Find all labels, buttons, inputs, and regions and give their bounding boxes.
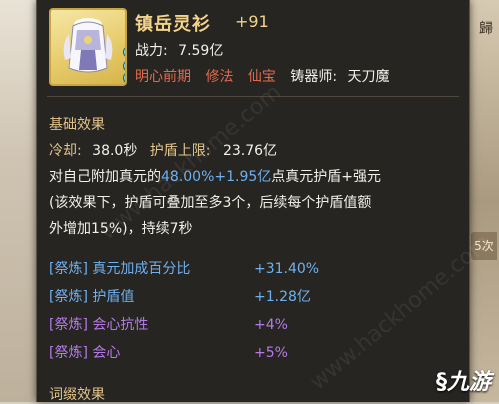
refine-stat-row: [祭炼] 会心抗性 +4% [49,314,288,334]
shield-cap-value: 23.76亿 [222,143,278,159]
effect-desc-line-2: (该效果下，护盾可叠加至多3个，后续每个护盾值额 [49,195,372,211]
refine-stat-value: +1.28亿 [254,289,311,305]
refine-tag: [祭炼] [49,345,88,361]
divider [47,96,459,97]
effect-desc-text: 对自己附加真元的 [49,169,161,185]
item-power: 战力: 7.59亿 [135,40,223,60]
side-glyph: 歸 [479,21,493,37]
refine-stat-value: +31.40% [254,261,320,277]
background-right: 歸 5次 [469,0,499,402]
refine-stat-row: [祭炼] 真元加成百分比 +31.40% [49,258,319,278]
refine-stat-row: [祭炼] 护盾值 +1.28亿 [49,286,311,306]
affix-effect-title: 词缀效果 [49,387,105,403]
refine-stat-name: 护盾值 [92,289,135,305]
smith-label: 铸器师: [290,69,338,85]
side-count-chip[interactable]: 5次 [471,232,497,260]
logo-icon: § [435,370,447,395]
jiuyou-logo: §九游 [436,364,491,396]
refine-stat-name: 会心 [92,345,121,361]
refine-stat-value: +4% [254,317,288,333]
tag-type: 修法 [205,69,234,85]
refine-stat-row: [祭炼] 会心 +5% [49,342,288,362]
refine-stat-name: 会心抗性 [92,317,149,333]
refine-tag: [祭炼] [49,289,88,305]
effect-desc-line-1: 对自己附加真元的48.00%+1.95亿点真元护盾+强元 [49,166,381,186]
refine-tag: [祭炼] [49,317,88,333]
power-value: 7.59亿 [178,43,224,59]
cooldown-label: 冷却: [49,143,82,159]
item-enhance-level: +91 [235,12,269,31]
background-left [0,0,40,402]
refine-stat-value: +5% [254,345,288,361]
item-tooltip-panel: 镇岳灵衫 +91 战力: 7.59亿 明心前期 修法 仙宝 铸器师: 天刀魔 基… [36,0,496,403]
cooldown-value: 38.0秒 [92,143,138,159]
item-icon [49,8,127,86]
item-name: 镇岳灵衫 [135,14,211,35]
basic-effect-title: 基础效果 [49,117,105,133]
cooldown-line: 冷却: 38.0秒 护盾上限: 23.76亿 [49,140,277,160]
tag-category: 仙宝 [247,69,276,85]
refine-tag: [祭炼] [49,261,88,277]
shield-cap-label: 护盾上限: [149,143,211,159]
item-tags: 明心前期 修法 仙宝 铸器师: 天刀魔 [135,66,390,86]
refine-stat-name: 真元加成百分比 [92,261,191,277]
tag-realm: 明心前期 [135,69,191,85]
logo-text: 九游 [446,370,491,395]
robe-icon [63,18,113,73]
effect-desc-value: 48.00%+1.95亿 [161,169,272,185]
effect-desc-line-3: 外增加15%)，持续7秒 [49,221,193,237]
smith-name: 天刀魔 [347,69,390,85]
effect-desc-text: 点真元护盾+强元 [271,169,382,185]
power-label: 战力: [135,43,168,59]
